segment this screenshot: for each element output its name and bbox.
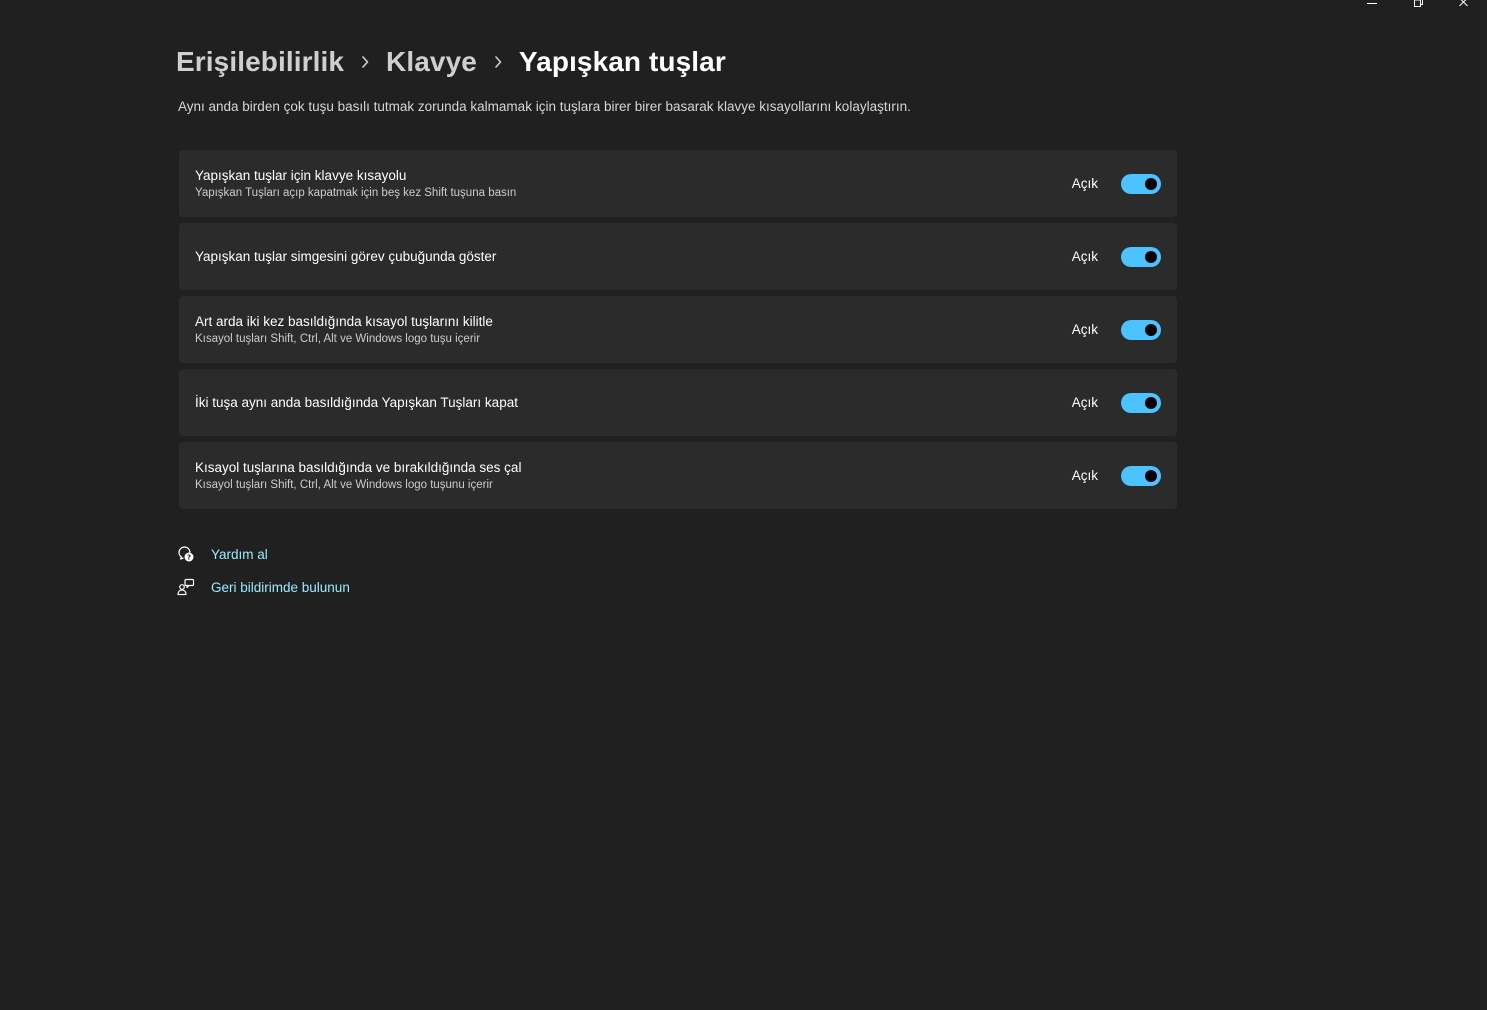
breadcrumb-item-keyboard[interactable]: Klavye: [386, 46, 477, 78]
setting-subtitle: Kısayol tuşları Shift, Ctrl, Alt ve Wind…: [195, 478, 493, 491]
restore-icon: [1414, 0, 1423, 7]
setting-subtitle: Kısayol tuşları Shift, Ctrl, Alt ve Wind…: [195, 332, 481, 345]
give-feedback-label: Geri bildirimde bulunun: [211, 579, 350, 595]
toggle-knob: [1145, 323, 1157, 336]
page-description: Aynı anda birden çok tuşu basılı tutmak …: [178, 99, 911, 114]
give-feedback-link[interactable]: Geri bildirimde bulunun: [177, 576, 350, 598]
help-links: ? Yardım al Geri bildirimde bulunun: [177, 543, 350, 609]
chevron-right-icon: [344, 40, 386, 84]
setting-text: Yapışkan tuşlar simgesini görev çubuğund…: [195, 248, 1072, 266]
window-controls: [1349, 0, 1487, 12]
setting-subtitle: Yapışkan Tuşları açıp kapatmak için beş …: [195, 186, 517, 199]
setting-text: Yapışkan tuşlar için klavye kısayolu Yap…: [195, 167, 1072, 201]
keyboard-shortcut-toggle[interactable]: [1121, 173, 1161, 194]
setting-title: Art arda iki kez basıldığında kısayol tu…: [195, 313, 493, 329]
toggle-state-label: Açık: [1071, 468, 1098, 483]
toggle-state-label: Açık: [1071, 395, 1098, 410]
help-chat-icon: ?: [177, 545, 195, 563]
setting-keyboard-shortcut: Yapışkan tuşlar için klavye kısayolu Yap…: [179, 150, 1177, 217]
get-help-link[interactable]: ? Yardım al: [177, 543, 350, 565]
setting-play-sound: Kısayol tuşlarına basıldığında ve bırakı…: [179, 442, 1177, 509]
setting-title: İki tuşa aynı anda basıldığında Yapışkan…: [195, 394, 518, 410]
breadcrumb-item-accessibility[interactable]: Erişilebilirlik: [176, 46, 344, 78]
breadcrumb: Erişilebilirlik Klavye Yapışkan tuşlar: [176, 40, 726, 84]
lock-modifier-keys-toggle[interactable]: [1121, 319, 1161, 340]
setting-title: Yapışkan tuşlar için klavye kısayolu: [195, 167, 407, 183]
close-button[interactable]: [1441, 0, 1487, 12]
feedback-icon: [177, 578, 195, 596]
setting-turn-off-two-keys: İki tuşa aynı anda basıldığında Yapışkan…: [179, 369, 1177, 436]
toggle-state-label: Açık: [1071, 176, 1098, 191]
toggle-knob: [1145, 469, 1157, 482]
minimize-icon: [1367, 3, 1377, 4]
setting-lock-modifier-keys: Art arda iki kez basıldığında kısayol tu…: [179, 296, 1177, 363]
maximize-button[interactable]: [1395, 0, 1441, 12]
taskbar-icon-toggle[interactable]: [1121, 246, 1161, 267]
chevron-right-icon: [477, 40, 519, 84]
toggle-state-label: Açık: [1071, 322, 1098, 337]
setting-text: İki tuşa aynı anda basıldığında Yapışkan…: [195, 394, 1072, 412]
minimize-button[interactable]: [1349, 0, 1395, 12]
svg-text:?: ?: [187, 554, 191, 562]
turn-off-two-keys-toggle[interactable]: [1121, 392, 1161, 413]
get-help-label: Yardım al: [211, 546, 268, 562]
page-title: Yapışkan tuşlar: [518, 46, 726, 77]
setting-text: Kısayol tuşlarına basıldığında ve bırakı…: [195, 459, 1072, 493]
toggle-knob: [1145, 250, 1157, 263]
setting-title: Kısayol tuşlarına basıldığında ve bırakı…: [195, 459, 522, 475]
play-sound-toggle[interactable]: [1121, 465, 1161, 486]
toggle-knob: [1145, 177, 1157, 190]
setting-taskbar-icon: Yapışkan tuşlar simgesini görev çubuğund…: [179, 223, 1177, 290]
toggle-state-label: Açık: [1071, 249, 1098, 264]
setting-text: Art arda iki kez basıldığında kısayol tu…: [195, 313, 1072, 347]
close-icon: [1459, 0, 1468, 7]
toggle-knob: [1145, 396, 1157, 409]
setting-title: Yapışkan tuşlar simgesini görev çubuğund…: [195, 248, 497, 264]
settings-list: Yapışkan tuşlar için klavye kısayolu Yap…: [179, 150, 1177, 515]
